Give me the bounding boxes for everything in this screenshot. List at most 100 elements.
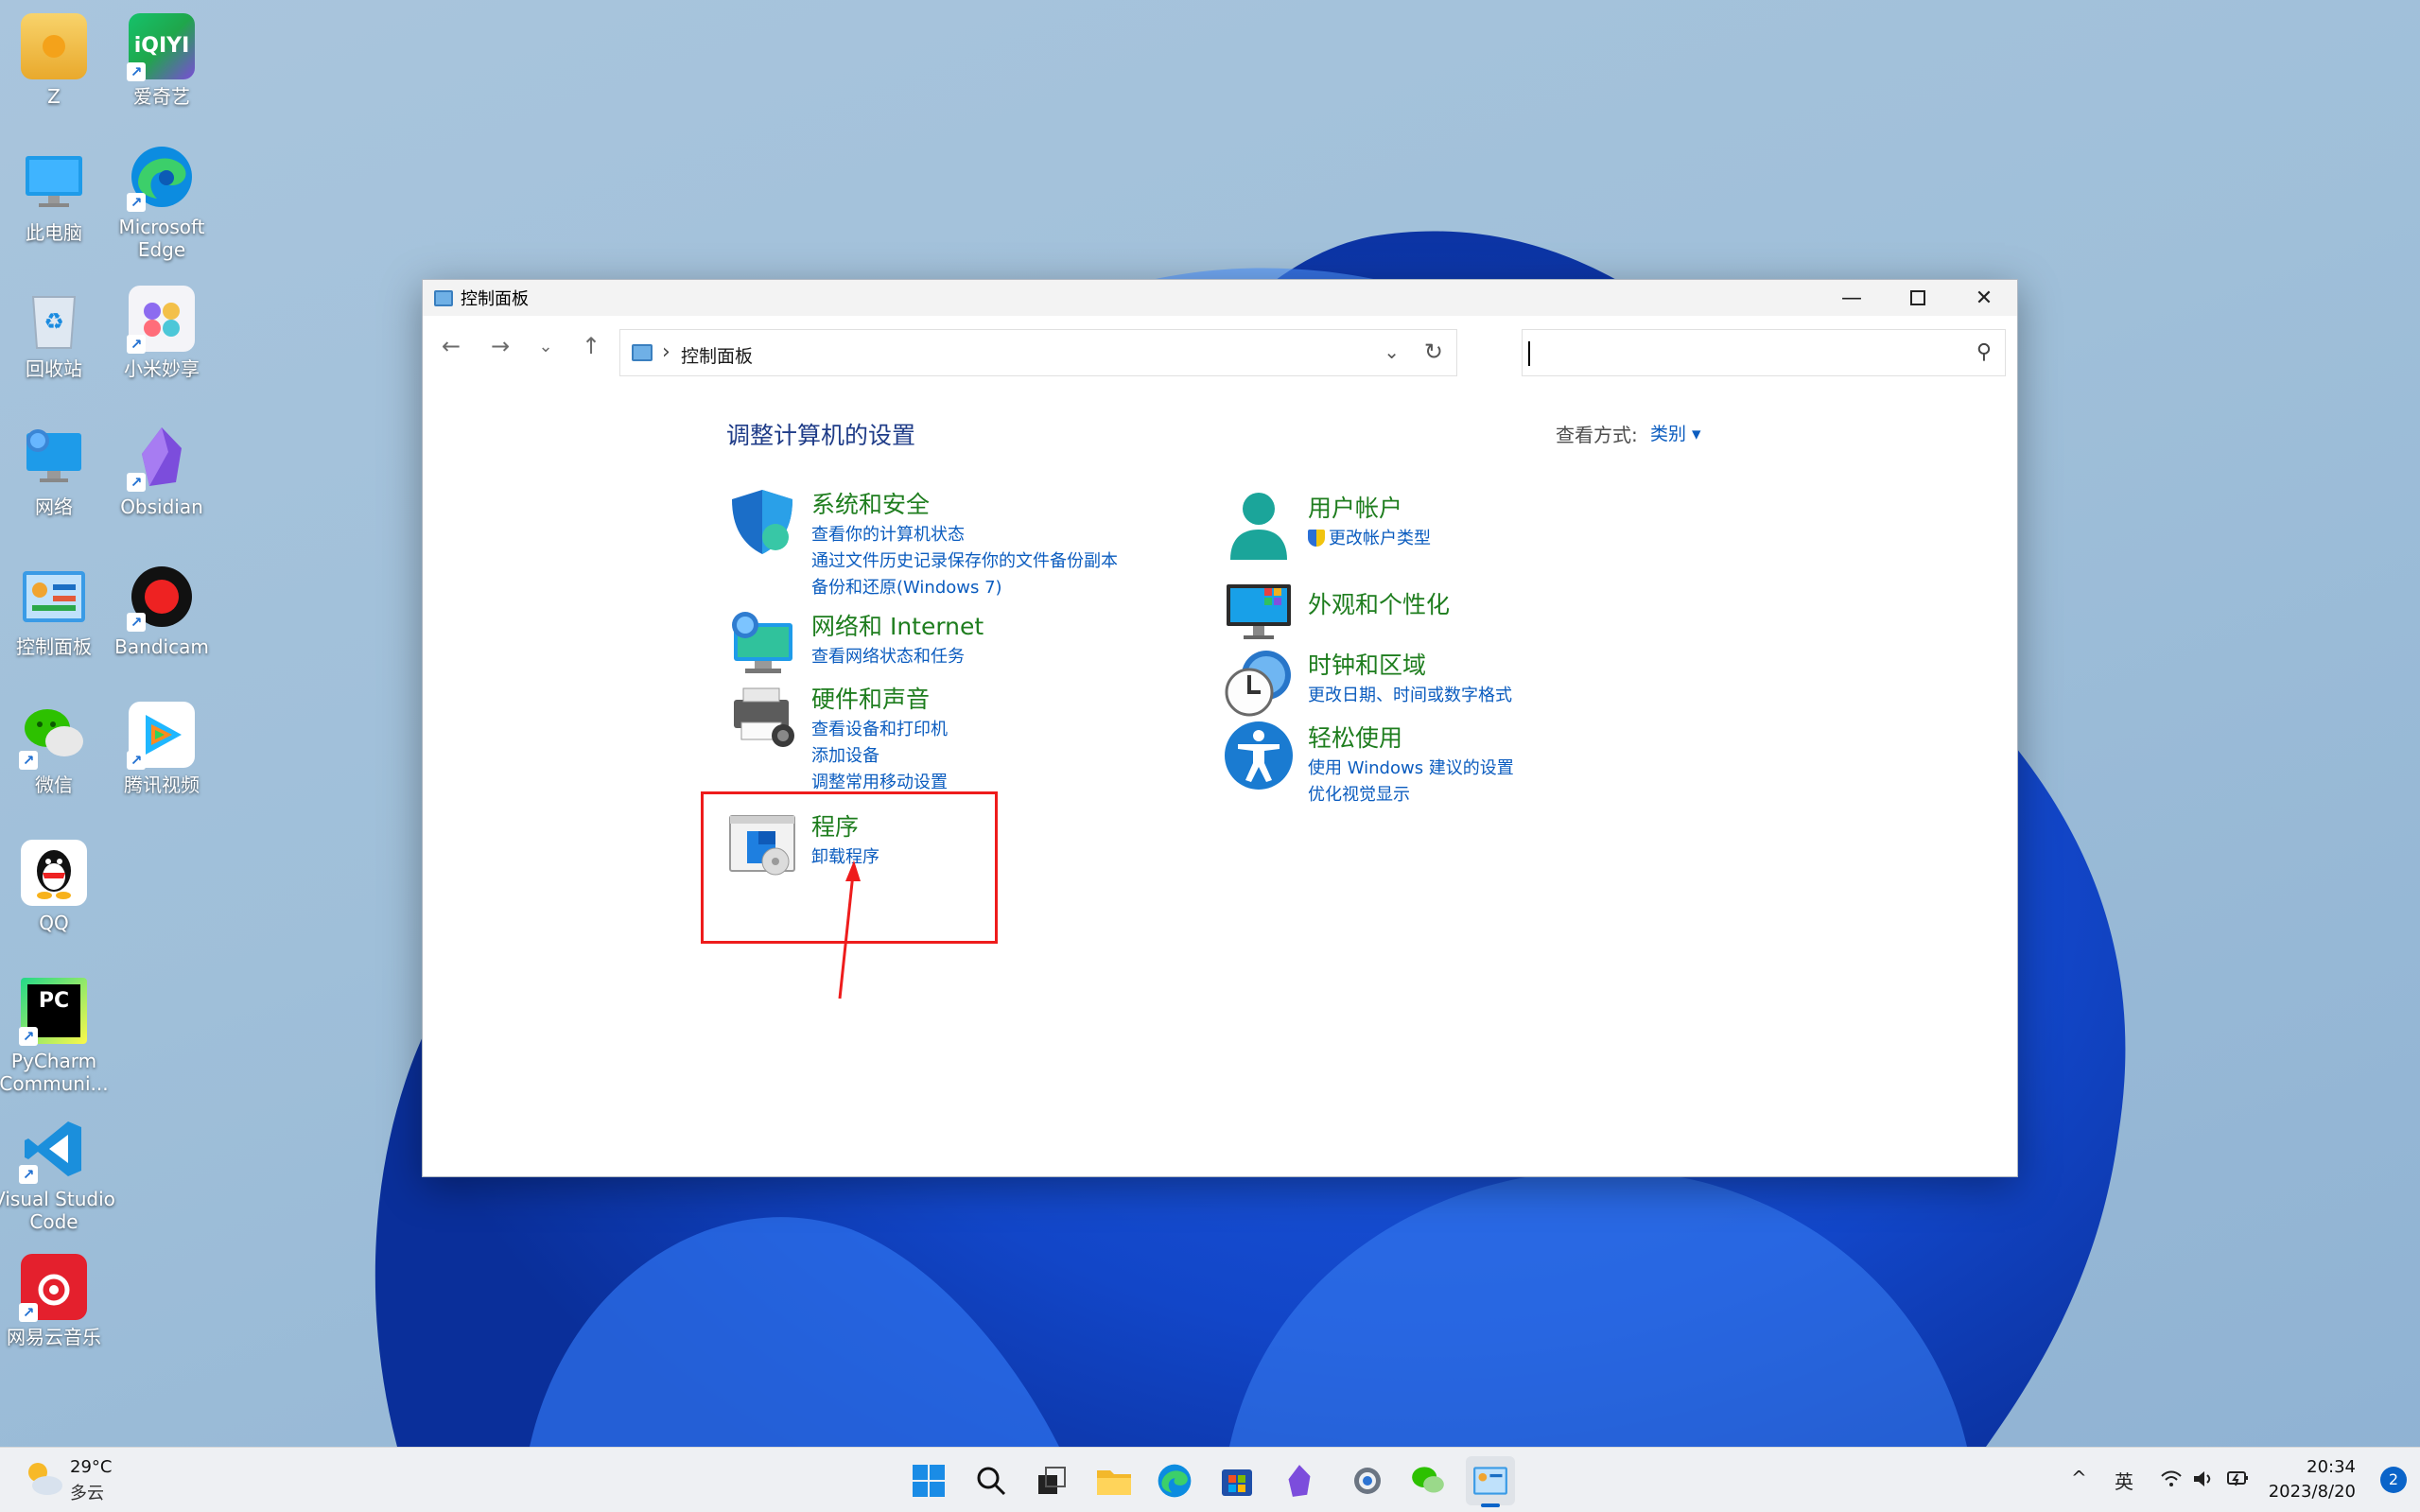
category-title[interactable]: 系统和安全 <box>811 486 930 520</box>
desktop-icon-iqiyi[interactable]: iQIYI ↗ 爱奇艺 <box>100 13 223 108</box>
xiaomi-miaoxiang-icon: ↗ <box>127 286 195 354</box>
search-icon <box>977 1467 1006 1496</box>
chevron-down-icon[interactable]: ⌄ <box>1384 340 1400 363</box>
minimize-button[interactable]: — <box>1819 280 1885 316</box>
store-button[interactable] <box>1212 1456 1262 1505</box>
user-icon <box>1230 493 1287 560</box>
desktop-icon-netease-music[interactable]: ↗ 网易云音乐 <box>0 1254 115 1348</box>
shortcut-arrow-icon: ↗ <box>127 751 146 770</box>
control-panel-icon <box>434 289 453 306</box>
control-panel-icon <box>632 344 653 361</box>
settings-icon <box>1354 1468 1381 1494</box>
accessibility-icon <box>1225 721 1293 790</box>
settings-button[interactable] <box>1343 1456 1392 1505</box>
show-hidden-icons-button[interactable]: ^ <box>2071 1467 2087 1489</box>
link-network-status[interactable]: 查看网络状态和任务 <box>811 644 965 670</box>
search-input[interactable]: ⚲ <box>1522 329 2006 376</box>
shortcut-arrow-icon: ↗ <box>127 613 146 632</box>
address-bar[interactable]: › 控制面板 ⌄ ↻ <box>619 329 1457 376</box>
link-backup-restore[interactable]: 备份和还原(Windows 7) <box>811 575 1118 601</box>
store-icon <box>1222 1469 1252 1496</box>
wechat-button[interactable] <box>1403 1456 1453 1505</box>
desktop-icon-this-pc[interactable]: 此电脑 <box>0 149 115 244</box>
system-clock[interactable]: 20:34 2023/8/20 <box>2269 1455 2356 1504</box>
link-windows-recommended-settings[interactable]: 使用 Windows 建议的设置 <box>1308 756 1514 782</box>
edge-button[interactable] <box>1150 1456 1199 1505</box>
task-view-button[interactable] <box>1027 1456 1076 1505</box>
back-button[interactable]: ← <box>434 329 468 363</box>
desktop-icon-label: QQ <box>39 912 69 934</box>
desktop-icon-bandicam[interactable]: ↗ Bandicam <box>100 564 223 658</box>
desktop-icon-obsidian[interactable]: ↗ Obsidian <box>100 424 223 518</box>
desktop-icon-recycle-bin[interactable]: ♻ 回收站 <box>0 286 115 380</box>
weather-temp: 29°C <box>70 1457 113 1477</box>
desktop-icon-vscode[interactable]: ↗ Visual Studio Code <box>0 1116 115 1233</box>
wifi-icon[interactable] <box>2160 1469 2183 1489</box>
shortcut-arrow-icon: ↗ <box>127 473 146 492</box>
breadcrumb-control-panel[interactable]: 控制面板 <box>681 342 753 368</box>
taskbar-search-button[interactable] <box>966 1456 1016 1505</box>
file-explorer-button[interactable] <box>1089 1456 1139 1505</box>
desktop-icon-label: Visual Studio Code <box>0 1188 115 1233</box>
file-explorer-icon <box>1097 1470 1131 1495</box>
category-title[interactable]: 轻松使用 <box>1308 720 1402 754</box>
globe-monitor-icon <box>732 612 792 673</box>
control-panel-window: 控制面板 — ✕ ← → ⌄ ↑ › 控制面板 ⌄ ↻ ⚲ 调整计算机的设置 查… <box>422 279 2018 1177</box>
desktop-icon-pycharm[interactable]: PC ↗ PyCharm Communi... <box>0 978 115 1095</box>
link-change-account-type[interactable]: 更改帐户类型 <box>1308 526 1431 552</box>
forward-button[interactable]: → <box>483 329 517 363</box>
shield-icon <box>732 490 792 554</box>
start-button[interactable] <box>904 1456 953 1505</box>
notification-badge[interactable]: 2 <box>2380 1467 2407 1493</box>
category-title[interactable]: 外观和个性化 <box>1308 586 1450 620</box>
edge-icon <box>1158 1464 1192 1498</box>
edge-icon: ↗ <box>127 144 195 212</box>
maximize-button[interactable] <box>1885 280 1951 316</box>
search-icon[interactable]: ⚲ <box>1976 340 1992 364</box>
desktop-icon-z[interactable]: Z <box>0 13 115 108</box>
link-text: 更改帐户类型 <box>1329 529 1431 548</box>
title-bar[interactable]: 控制面板 — ✕ <box>423 280 2017 316</box>
uac-shield-icon <box>1308 530 1325 547</box>
refresh-icon[interactable]: ↻ <box>1424 339 1443 365</box>
battery-icon[interactable] <box>2226 1469 2251 1489</box>
obsidian-icon <box>1288 1465 1311 1497</box>
desktop-icon-tencent-video[interactable]: ↗ 腾讯视频 <box>100 702 223 796</box>
tencent-video-icon: ↗ <box>127 702 195 770</box>
netease-music-icon: ↗ <box>19 1254 87 1322</box>
shortcut-arrow-icon: ↗ <box>127 335 146 354</box>
link-change-date-time-format[interactable]: 更改日期、时间或数字格式 <box>1308 683 1512 709</box>
wechat-icon: ↗ <box>19 702 87 770</box>
up-button[interactable]: ↑ <box>574 329 608 363</box>
desktop-icon-qq[interactable]: QQ <box>0 840 115 934</box>
link-add-device[interactable]: 添加设备 <box>811 743 948 770</box>
link-view-computer-status[interactable]: 查看你的计算机状态 <box>811 522 1118 548</box>
clock-globe-icon <box>1225 651 1291 717</box>
desktop-icon-label: 微信 <box>35 773 73 796</box>
desktop-icon-edge[interactable]: ↗ Microsoft Edge <box>100 144 223 261</box>
weather-widget[interactable]: 29°C 多云 <box>23 1457 112 1503</box>
category-title[interactable]: 网络和 Internet <box>811 608 984 642</box>
control-panel-taskbar-button[interactable] <box>1466 1456 1515 1507</box>
pycharm-icon: PC ↗ <box>19 978 87 1046</box>
link-file-history[interactable]: 通过文件历史记录保存你的文件备份副本 <box>811 548 1118 575</box>
wechat-icon <box>1412 1467 1444 1493</box>
view-by-dropdown[interactable]: 类别 ▾ <box>1650 420 1701 445</box>
category-title[interactable]: 用户帐户 <box>1308 490 1402 524</box>
link-devices-printers[interactable]: 查看设备和打印机 <box>811 717 948 743</box>
obsidian-button[interactable] <box>1275 1456 1324 1505</box>
desktop-icon-label: Bandicam <box>114 635 209 658</box>
desktop-icon-xiaomi[interactable]: ↗ 小米妙享 <box>100 286 223 380</box>
category-title[interactable]: 时钟和区域 <box>1308 647 1426 681</box>
recent-locations-button[interactable]: ⌄ <box>529 329 563 363</box>
control-panel-icon <box>21 564 87 630</box>
desktop-icon-control-panel[interactable]: 控制面板 <box>0 564 115 658</box>
category-title[interactable]: 硬件和声音 <box>811 681 930 715</box>
volume-icon[interactable] <box>2192 1469 2215 1489</box>
desktop-icon-wechat[interactable]: ↗ 微信 <box>0 702 115 796</box>
recycle-bin-icon: ♻ <box>21 286 87 352</box>
close-button[interactable]: ✕ <box>1951 280 2017 316</box>
link-optimize-visual-display[interactable]: 优化视觉显示 <box>1308 782 1514 808</box>
input-method-indicator[interactable]: 英 <box>2115 1467 2133 1494</box>
desktop-icon-network[interactable]: 网络 <box>0 424 115 518</box>
